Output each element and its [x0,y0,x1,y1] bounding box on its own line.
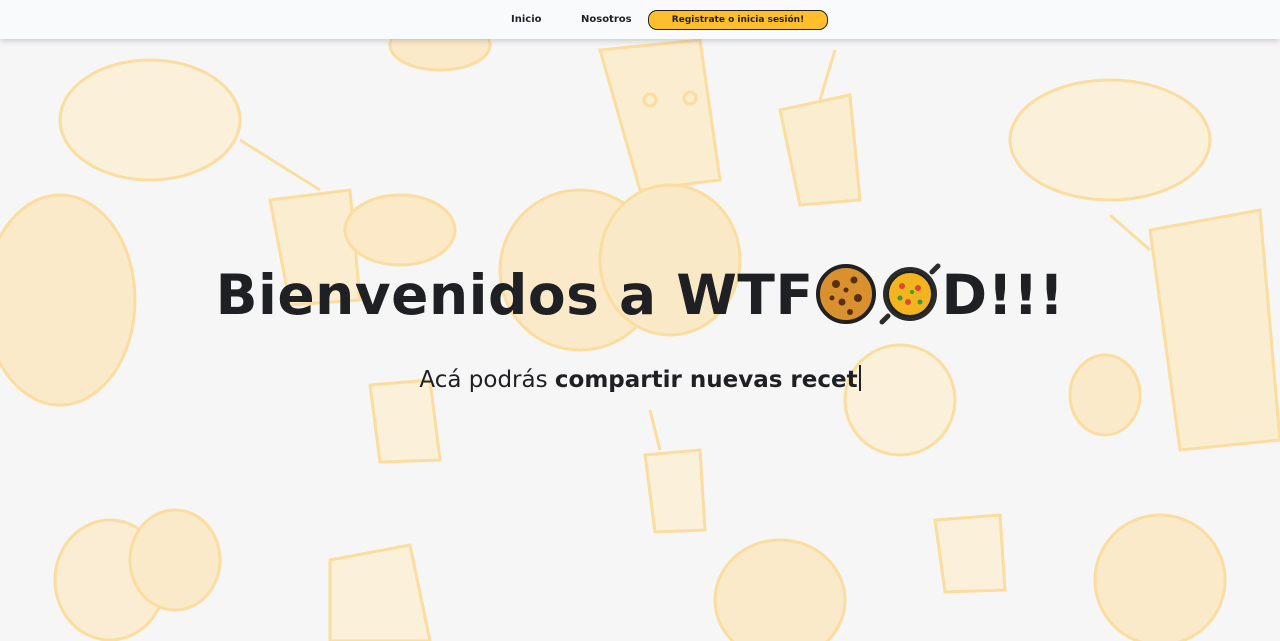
typing-cursor [858,365,861,391]
hero-title: Bienvenidos a WTF D!!! [0,262,1280,327]
nav-link-inicio[interactable]: Inicio [511,0,542,39]
hero-title-start: Bienvenidos a WTF [215,263,814,327]
hero-title-end: D!!! [941,263,1065,327]
top-navbar: Inicio Nosotros Registrate o inicia sesi… [0,0,1280,39]
hero-subtitle-prefix: Acá podrás [419,367,555,393]
cookie-icon [814,262,878,326]
hero-subtitle: Acá podrás compartir nuevas recet [0,365,1280,393]
nav-link-nosotros[interactable]: Nosotros [581,0,632,39]
typewriter-text: compartir nuevas recet [554,367,858,393]
register-login-button[interactable]: Registrate o inicia sesión! [648,10,828,30]
paella-icon [878,262,942,326]
